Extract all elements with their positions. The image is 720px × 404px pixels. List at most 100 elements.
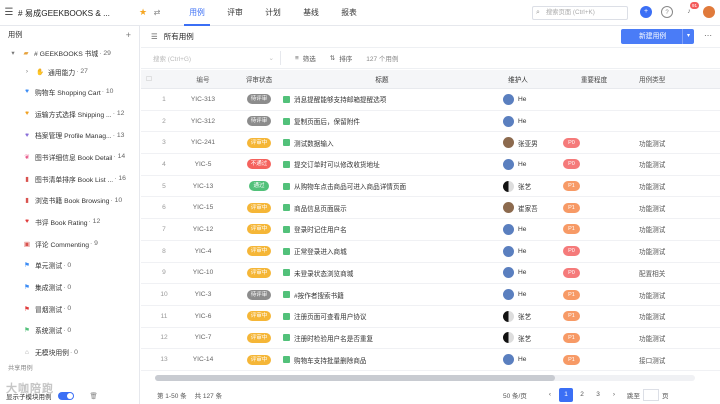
table-row[interactable]: 9 YIC-10 评审中 未登录状态浏览商城 He P0 配置相关 <box>141 263 720 285</box>
case-title-cell[interactable]: 商品信息页面展示 <box>283 203 481 213</box>
tab-cases[interactable]: 用例 <box>178 0 216 26</box>
case-title-cell[interactable]: 提交订单时可以修改收货地址 <box>283 159 481 169</box>
sort-button[interactable]: ⇅ 排序 <box>330 53 352 63</box>
case-title[interactable]: 正常登录进入商城 <box>294 246 347 256</box>
table-row[interactable]: 2 YIC-312 待评审 复制页面后，保留附件 He <box>141 111 720 133</box>
status-badge[interactable]: 待评审 <box>246 116 272 127</box>
case-id[interactable]: YIC-5 <box>171 161 235 168</box>
case-title-cell[interactable]: 注册时检验用户名是否重复 <box>283 333 481 343</box>
chevron-down-icon[interactable]: ▾ <box>8 49 18 57</box>
help-icon[interactable]: ? <box>661 6 673 18</box>
sidebar-item-book-browsing[interactable]: ▮ 浏览书籍 Book Browsing · 10 <box>0 189 139 211</box>
case-id[interactable]: YIC-15 <box>171 204 235 211</box>
column-header-owner[interactable]: 维护人 <box>481 74 555 84</box>
chevron-right-icon[interactable]: › <box>22 68 32 75</box>
page-size-select[interactable]: 50 条/页 <box>503 390 541 400</box>
table-row[interactable]: 3 YIC-241 评审中 测试数据输入 张亚男 P0 功能测试 <box>141 132 720 155</box>
case-title[interactable]: 提交订单时可以修改收货地址 <box>294 159 380 169</box>
sidebar-item-integration-test[interactable]: ⚑ 集成测试 · 0 <box>0 276 139 298</box>
shared-cases-label[interactable]: 共享用例 <box>8 363 33 372</box>
case-id[interactable]: YIC-12 <box>171 226 235 233</box>
table-row[interactable]: 12 YIC-7 评审中 注册时检验用户名是否重复 张艺 P1 功能测试 <box>141 328 720 350</box>
sidebar-item-shipping[interactable]: ♥ 运输方式选择 Shipping ... · 12 <box>0 103 139 125</box>
case-id[interactable]: YIC-10 <box>171 269 235 276</box>
column-header-priority[interactable]: 重要程度 <box>555 74 633 84</box>
status-badge[interactable]: 评审中 <box>246 311 272 322</box>
sidebar-item-commenting[interactable]: ▣ 评论 Commenting · 9 <box>0 233 139 255</box>
scroll-thumb[interactable] <box>155 375 555 381</box>
case-title[interactable]: 复制页面后，保留附件 <box>294 116 360 126</box>
case-title-cell[interactable]: #按作者搜索书籍 <box>283 290 481 300</box>
status-badge[interactable]: 评审中 <box>246 354 272 365</box>
status-badge[interactable]: 评审中 <box>246 332 272 343</box>
more-icon[interactable]: ⋯ <box>704 31 712 40</box>
case-title[interactable]: #按作者搜索书籍 <box>294 290 344 300</box>
page-button[interactable]: 1 <box>559 388 573 402</box>
table-row[interactable]: 7 YIC-12 评审中 登录时记住用户名 He P1 功能测试 <box>141 219 720 241</box>
status-badge[interactable]: 评审中 <box>246 246 272 257</box>
table-row[interactable]: 8 YIC-4 评审中 正常登录进入商城 He P0 功能测试 <box>141 241 720 263</box>
project-title[interactable]: # 易成GEEKBOOKS & ... <box>18 7 136 19</box>
sidebar-item-shopping-cart[interactable]: ♥ 购物车 Shopping Cart · 10 <box>0 81 139 103</box>
sidebar-item-no-module[interactable]: ⌂ 无模块用例 · 0 <box>0 341 139 363</box>
case-id[interactable]: YIC-14 <box>171 356 235 363</box>
case-id[interactable]: YIC-13 <box>171 183 235 190</box>
chevron-down-icon[interactable]: ▾ <box>682 29 694 44</box>
sidebar-item-common[interactable]: › ✋ 通用能力 · 27 <box>0 62 139 81</box>
page-button[interactable]: 3 <box>591 388 605 402</box>
horizontal-scrollbar[interactable] <box>155 375 695 381</box>
status-badge[interactable]: 评审中 <box>246 202 272 213</box>
tab-plan[interactable]: 计划 <box>254 0 292 26</box>
case-title[interactable]: 测试数据输入 <box>294 138 334 148</box>
case-title-cell[interactable]: 未登录状态浏览商城 <box>283 268 481 278</box>
table-row[interactable]: 1 YIC-313 待评审 消息提醒能够支持邮箱提醒选项 He <box>141 89 720 111</box>
menu-icon[interactable]: ☰ <box>0 7 18 18</box>
column-header-status[interactable]: 评审状态 <box>235 74 283 84</box>
case-id[interactable]: YIC-3 <box>171 291 235 298</box>
status-badge[interactable]: 通过 <box>249 181 269 192</box>
select-all-checkbox[interactable]: ☐ <box>141 75 157 83</box>
add-icon[interactable]: + <box>640 6 652 18</box>
prev-page-icon[interactable]: ‹ <box>543 388 557 402</box>
status-badge[interactable]: 不通过 <box>246 159 272 170</box>
table-row[interactable]: 5 YIC-13 通过 从购物车点击商品可进入商品详情页面 张艺 P1 功能测试 <box>141 176 720 198</box>
column-header-title[interactable]: 标题 <box>283 74 481 84</box>
table-row[interactable]: 6 YIC-15 评审中 商品信息页面展示 崔家吾 P1 功能测试 <box>141 197 720 220</box>
case-title-cell[interactable]: 购物车支持批量删除商品 <box>283 355 481 365</box>
status-badge[interactable]: 待评审 <box>246 94 272 105</box>
sidebar-item-system-test[interactable]: ⚑ 系统测试 · 0 <box>0 320 139 342</box>
new-case-button[interactable]: 新建用例 ▾ <box>621 29 694 44</box>
sidebar-item-profile[interactable]: ♥ 档案管理 Profile Manag... · 13 <box>0 124 139 146</box>
switch-icon[interactable]: ⇄ <box>150 8 164 17</box>
show-submodule-toggle[interactable] <box>57 392 74 400</box>
case-title[interactable]: 注册时检验用户名是否重复 <box>294 333 373 343</box>
case-title-cell[interactable]: 注册页面可查看用户协议 <box>283 311 481 321</box>
case-title-cell[interactable]: 登录时记住用户名 <box>283 224 481 234</box>
status-badge[interactable]: 评审中 <box>246 137 272 148</box>
table-row[interactable]: 11 YIC-6 评审中 注册页面可查看用户协议 张艺 P1 功能测试 <box>141 306 720 328</box>
case-search-input[interactable]: 搜索 (Ctrl+G) ⌄ <box>149 51 281 65</box>
status-badge[interactable]: 待评审 <box>246 289 272 300</box>
table-row[interactable]: 10 YIC-3 待评审 #按作者搜索书籍 He P1 功能测试 <box>141 284 720 306</box>
case-id[interactable]: YIC-241 <box>171 139 235 146</box>
chevron-down-icon[interactable]: ⌄ <box>269 54 274 62</box>
page-button[interactable]: 2 <box>575 388 589 402</box>
case-title[interactable]: 购物车支持批量删除商品 <box>294 355 367 365</box>
add-module-icon[interactable]: + <box>126 30 131 40</box>
sidebar-item-book-rating[interactable]: ♥ 书评 Book Rating · 12 <box>0 211 139 233</box>
page-search-input[interactable]: ⌕ 搜索页面 (Ctrl+K) <box>532 6 628 20</box>
sidebar-item-smoke-test[interactable]: ⚑ 冒烟测试 · 0 <box>0 298 139 320</box>
case-title[interactable]: 消息提醒能够支持邮箱提醒选项 <box>294 94 386 104</box>
case-title[interactable]: 商品信息页面展示 <box>294 203 347 213</box>
avatar[interactable] <box>703 6 715 18</box>
case-id[interactable]: YIC-4 <box>171 248 235 255</box>
sidebar-item-book-list[interactable]: ▮ 图书清单排序 Book List ... · 16 <box>0 168 139 190</box>
goto-page-input[interactable] <box>643 389 659 401</box>
star-icon[interactable]: ★ <box>136 7 150 18</box>
case-title-cell[interactable]: 从购物车点击商品可进入商品详情页面 <box>283 181 481 191</box>
sidebar-item-book-detail[interactable]: ❦ 图书详细信息 Book Detail · 14 <box>0 146 139 168</box>
column-header-id[interactable]: 编号 <box>171 74 235 84</box>
filter-button[interactable]: ≡ 筛选 <box>295 53 316 64</box>
status-badge[interactable]: 评审中 <box>246 224 272 235</box>
case-id[interactable]: YIC-6 <box>171 313 235 320</box>
